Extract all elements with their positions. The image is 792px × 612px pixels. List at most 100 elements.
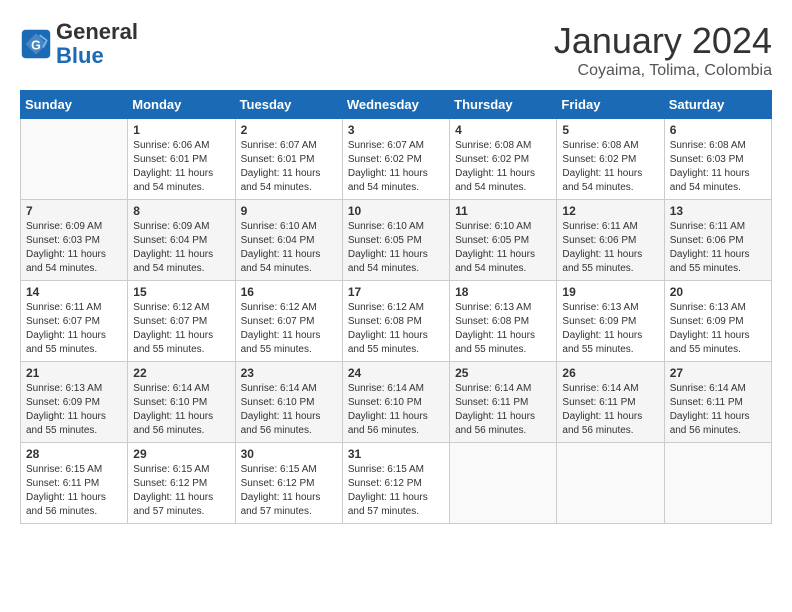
calendar-cell xyxy=(21,119,128,200)
day-info: Sunrise: 6:11 AM Sunset: 6:06 PM Dayligh… xyxy=(670,220,766,276)
day-info: Sunrise: 6:10 AM Sunset: 6:05 PM Dayligh… xyxy=(348,220,444,276)
day-number: 31 xyxy=(348,447,444,461)
weekday-header-wednesday: Wednesday xyxy=(342,91,449,119)
day-info: Sunrise: 6:14 AM Sunset: 6:11 PM Dayligh… xyxy=(670,382,766,438)
day-info: Sunrise: 6:12 AM Sunset: 6:08 PM Dayligh… xyxy=(348,301,444,357)
day-number: 5 xyxy=(562,123,658,137)
day-number: 19 xyxy=(562,285,658,299)
day-number: 11 xyxy=(455,204,551,218)
day-info: Sunrise: 6:15 AM Sunset: 6:12 PM Dayligh… xyxy=(348,463,444,519)
day-info: Sunrise: 6:07 AM Sunset: 6:01 PM Dayligh… xyxy=(241,139,337,195)
calendar-week-row: 28 Sunrise: 6:15 AM Sunset: 6:11 PM Dayli… xyxy=(21,443,772,524)
day-info: Sunrise: 6:13 AM Sunset: 6:09 PM Dayligh… xyxy=(670,301,766,357)
calendar-cell: 12 Sunrise: 6:11 AM Sunset: 6:06 PM Dayli… xyxy=(557,200,664,281)
day-info: Sunrise: 6:10 AM Sunset: 6:05 PM Dayligh… xyxy=(455,220,551,276)
day-info: Sunrise: 6:13 AM Sunset: 6:08 PM Dayligh… xyxy=(455,301,551,357)
day-number: 1 xyxy=(133,123,229,137)
calendar-week-row: 1Sunrise: 6:06 AM Sunset: 6:01 PM Daylig… xyxy=(21,119,772,200)
day-info: Sunrise: 6:13 AM Sunset: 6:09 PM Dayligh… xyxy=(26,382,122,438)
calendar-cell: 3 Sunrise: 6:07 AM Sunset: 6:02 PM Daylig… xyxy=(342,119,449,200)
weekday-header-saturday: Saturday xyxy=(664,91,771,119)
day-number: 8 xyxy=(133,204,229,218)
calendar-cell: 18 Sunrise: 6:13 AM Sunset: 6:08 PM Dayli… xyxy=(450,281,557,362)
day-number: 18 xyxy=(455,285,551,299)
calendar-cell: 16Sunrise: 6:12 AM Sunset: 6:07 PM Dayli… xyxy=(235,281,342,362)
day-info: Sunrise: 6:15 AM Sunset: 6:11 PM Dayligh… xyxy=(26,463,122,519)
weekday-header-monday: Monday xyxy=(128,91,235,119)
day-number: 7 xyxy=(26,204,122,218)
calendar-cell: 14Sunrise: 6:11 AM Sunset: 6:07 PM Dayli… xyxy=(21,281,128,362)
day-info: Sunrise: 6:15 AM Sunset: 6:12 PM Dayligh… xyxy=(133,463,229,519)
location-title: Coyaima, Tolima, Colombia xyxy=(554,62,772,80)
day-info: Sunrise: 6:13 AM Sunset: 6:09 PM Dayligh… xyxy=(562,301,658,357)
day-number: 6 xyxy=(670,123,766,137)
calendar-cell: 24Sunrise: 6:14 AM Sunset: 6:10 PM Dayli… xyxy=(342,362,449,443)
calendar-week-row: 14Sunrise: 6:11 AM Sunset: 6:07 PM Dayli… xyxy=(21,281,772,362)
day-number: 9 xyxy=(241,204,337,218)
title-block: January 2024 Coyaima, Tolima, Colombia xyxy=(554,20,772,80)
calendar-cell: 31 Sunrise: 6:15 AM Sunset: 6:12 PM Dayli… xyxy=(342,443,449,524)
day-number: 15 xyxy=(133,285,229,299)
calendar-cell: 26 Sunrise: 6:14 AM Sunset: 6:11 PM Dayli… xyxy=(557,362,664,443)
calendar-cell: 19 Sunrise: 6:13 AM Sunset: 6:09 PM Dayli… xyxy=(557,281,664,362)
day-info: Sunrise: 6:07 AM Sunset: 6:02 PM Dayligh… xyxy=(348,139,444,195)
day-info: Sunrise: 6:10 AM Sunset: 6:04 PM Dayligh… xyxy=(241,220,337,276)
day-number: 29 xyxy=(133,447,229,461)
logo-icon: G xyxy=(20,28,52,60)
calendar-week-row: 7 Sunrise: 6:09 AM Sunset: 6:03 PM Daylig… xyxy=(21,200,772,281)
day-info: Sunrise: 6:08 AM Sunset: 6:03 PM Dayligh… xyxy=(670,139,766,195)
calendar-table: SundayMondayTuesdayWednesdayThursdayFrid… xyxy=(20,90,772,524)
logo-text: General Blue xyxy=(56,20,138,68)
calendar-cell: 5Sunrise: 6:08 AM Sunset: 6:02 PM Daylig… xyxy=(557,119,664,200)
day-number: 17 xyxy=(348,285,444,299)
page-header: G General Blue January 2024 Coyaima, Tol… xyxy=(20,20,772,80)
day-info: Sunrise: 6:11 AM Sunset: 6:06 PM Dayligh… xyxy=(562,220,658,276)
day-number: 24 xyxy=(348,366,444,380)
weekday-header-sunday: Sunday xyxy=(21,91,128,119)
day-number: 23 xyxy=(241,366,337,380)
day-number: 21 xyxy=(26,366,122,380)
day-number: 26 xyxy=(562,366,658,380)
day-info: Sunrise: 6:14 AM Sunset: 6:11 PM Dayligh… xyxy=(455,382,551,438)
svg-text:G: G xyxy=(31,39,41,53)
weekday-header-thursday: Thursday xyxy=(450,91,557,119)
calendar-cell: 22Sunrise: 6:14 AM Sunset: 6:10 PM Dayli… xyxy=(128,362,235,443)
day-number: 30 xyxy=(241,447,337,461)
calendar-week-row: 21 Sunrise: 6:13 AM Sunset: 6:09 PM Dayli… xyxy=(21,362,772,443)
logo: G General Blue xyxy=(20,20,138,68)
weekday-header-tuesday: Tuesday xyxy=(235,91,342,119)
day-number: 3 xyxy=(348,123,444,137)
calendar-cell: 7 Sunrise: 6:09 AM Sunset: 6:03 PM Daylig… xyxy=(21,200,128,281)
calendar-cell: 8 Sunrise: 6:09 AM Sunset: 6:04 PM Daylig… xyxy=(128,200,235,281)
calendar-cell: 2 Sunrise: 6:07 AM Sunset: 6:01 PM Daylig… xyxy=(235,119,342,200)
calendar-cell: 15 Sunrise: 6:12 AM Sunset: 6:07 PM Dayli… xyxy=(128,281,235,362)
calendar-cell: 30Sunrise: 6:15 AM Sunset: 6:12 PM Dayli… xyxy=(235,443,342,524)
calendar-cell: 27 Sunrise: 6:14 AM Sunset: 6:11 PM Dayli… xyxy=(664,362,771,443)
calendar-cell xyxy=(450,443,557,524)
calendar-cell: 20 Sunrise: 6:13 AM Sunset: 6:09 PM Dayli… xyxy=(664,281,771,362)
calendar-cell: 13 Sunrise: 6:11 AM Sunset: 6:06 PM Dayli… xyxy=(664,200,771,281)
day-number: 20 xyxy=(670,285,766,299)
weekday-header-row: SundayMondayTuesdayWednesdayThursdayFrid… xyxy=(21,91,772,119)
day-number: 12 xyxy=(562,204,658,218)
day-number: 27 xyxy=(670,366,766,380)
day-info: Sunrise: 6:09 AM Sunset: 6:03 PM Dayligh… xyxy=(26,220,122,276)
day-info: Sunrise: 6:08 AM Sunset: 6:02 PM Dayligh… xyxy=(455,139,551,195)
day-info: Sunrise: 6:09 AM Sunset: 6:04 PM Dayligh… xyxy=(133,220,229,276)
day-info: Sunrise: 6:12 AM Sunset: 6:07 PM Dayligh… xyxy=(133,301,229,357)
weekday-header-friday: Friday xyxy=(557,91,664,119)
calendar-cell xyxy=(664,443,771,524)
day-info: Sunrise: 6:14 AM Sunset: 6:11 PM Dayligh… xyxy=(562,382,658,438)
calendar-cell: 6 Sunrise: 6:08 AM Sunset: 6:03 PM Daylig… xyxy=(664,119,771,200)
calendar-cell: 28 Sunrise: 6:15 AM Sunset: 6:11 PM Dayli… xyxy=(21,443,128,524)
calendar-cell: 23Sunrise: 6:14 AM Sunset: 6:10 PM Dayli… xyxy=(235,362,342,443)
calendar-cell: 4Sunrise: 6:08 AM Sunset: 6:02 PM Daylig… xyxy=(450,119,557,200)
day-number: 13 xyxy=(670,204,766,218)
day-number: 28 xyxy=(26,447,122,461)
calendar-cell: 29 Sunrise: 6:15 AM Sunset: 6:12 PM Dayli… xyxy=(128,443,235,524)
day-number: 2 xyxy=(241,123,337,137)
calendar-cell: 11 Sunrise: 6:10 AM Sunset: 6:05 PM Dayli… xyxy=(450,200,557,281)
day-info: Sunrise: 6:14 AM Sunset: 6:10 PM Dayligh… xyxy=(133,382,229,438)
calendar-cell: 1Sunrise: 6:06 AM Sunset: 6:01 PM Daylig… xyxy=(128,119,235,200)
calendar-cell xyxy=(557,443,664,524)
